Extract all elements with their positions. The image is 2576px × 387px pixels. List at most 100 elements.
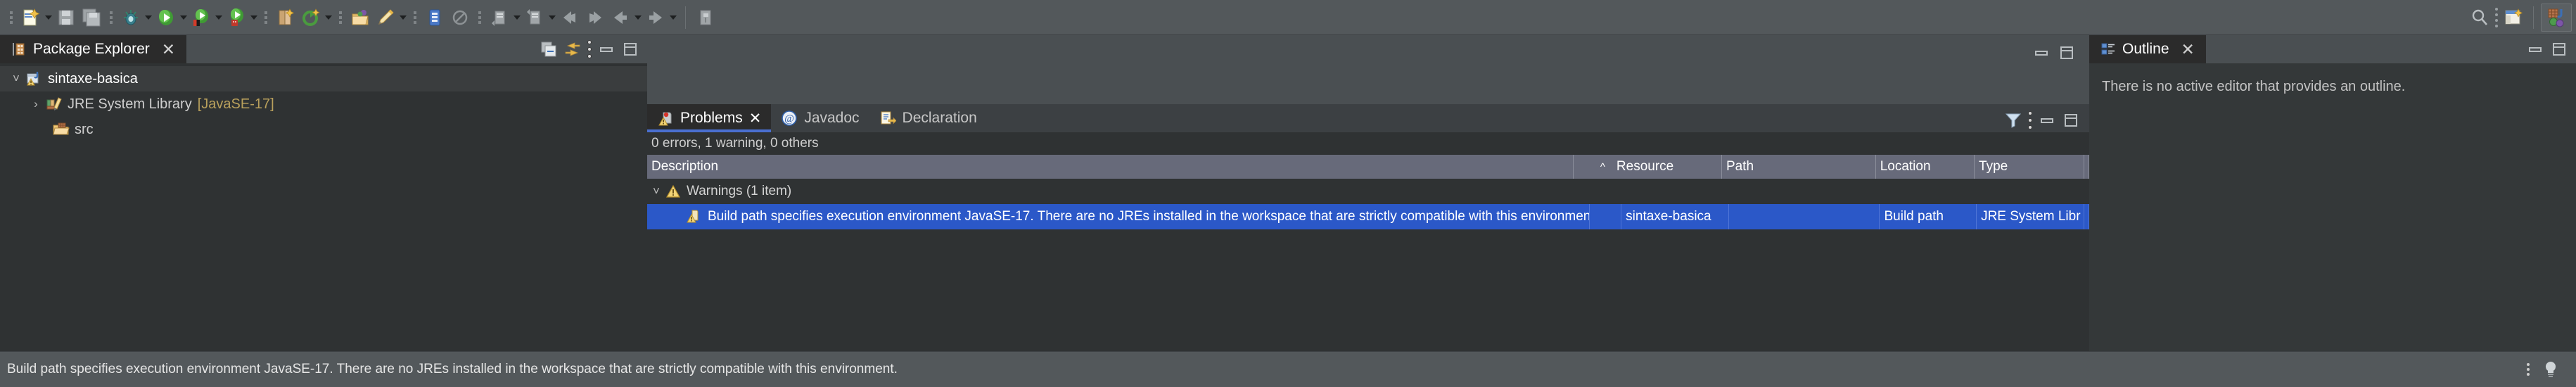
chevron-right-icon[interactable]: › (27, 91, 45, 117)
tab-outline[interactable]: Outline ✕ (2089, 35, 2206, 63)
table-row[interactable]: Build path specifies execution environme… (647, 204, 2089, 229)
back-dropdown-arrow[interactable] (633, 5, 643, 30)
view-menu-icon[interactable] (2026, 110, 2034, 131)
previous-annotation-dropdown-arrow[interactable] (547, 5, 557, 30)
toolbar-grip-6[interactable] (476, 8, 483, 27)
new-wizard-dropdown-arrow[interactable] (44, 5, 53, 30)
next-annotation-button[interactable] (487, 5, 512, 30)
toolbar-grip-4[interactable] (337, 8, 344, 27)
minimize-icon[interactable] (2030, 41, 2053, 65)
problems-group-row[interactable]: ˅ Warnings (1 item) (647, 179, 2089, 204)
toolbar-grip-2[interactable] (108, 8, 115, 27)
external-tools-dropdown-arrow[interactable] (249, 5, 259, 30)
chevron-down-icon[interactable]: ˅ (647, 179, 665, 204)
debug-button[interactable] (118, 5, 144, 30)
editor-area-toolbar (2030, 35, 2089, 65)
forward-dropdown-arrow[interactable] (668, 5, 678, 30)
tab-javadoc[interactable]: @ Javadoc (771, 104, 869, 132)
tab-label: Javadoc (804, 110, 860, 126)
editor-area (647, 35, 2089, 104)
save-button[interactable] (53, 5, 79, 30)
forward-arrow-button[interactable] (643, 5, 668, 30)
new-java-project-button[interactable] (273, 5, 298, 30)
collapse-all-icon[interactable] (537, 37, 560, 61)
quick-access-button[interactable] (373, 5, 398, 30)
status-bar-right (2527, 360, 2569, 379)
close-icon[interactable]: ✕ (162, 41, 175, 58)
eclipse-window: Package Explorer ✕ ˅ sintaxe-basica › JR… (0, 0, 2576, 387)
back-arrow-button[interactable] (608, 5, 633, 30)
main-toolbar (0, 0, 2576, 35)
maximize-icon[interactable] (619, 37, 642, 61)
pin-editor-button[interactable] (693, 5, 718, 30)
outline-empty-message: There is no active editor that provides … (2089, 63, 2576, 351)
column-header-description[interactable]: Description (647, 155, 1574, 179)
open-type-button[interactable] (347, 5, 373, 30)
forward-button[interactable] (582, 5, 608, 30)
status-message: Build path specifies execution environme… (7, 362, 898, 376)
run-dropdown-arrow[interactable] (179, 5, 189, 30)
toolbar-grip-3[interactable] (262, 8, 269, 27)
search-icon[interactable] (2467, 5, 2492, 30)
column-sort-indicator[interactable]: ^ (1574, 155, 1612, 179)
coverage-button[interactable] (189, 5, 214, 30)
save-all-button[interactable] (79, 5, 104, 30)
toolbar-separator-2 (2533, 6, 2534, 29)
project-tree[interactable]: ˅ sintaxe-basica › JRE System Library [J… (0, 63, 647, 351)
toolbar-separator (685, 6, 686, 29)
debug-dropdown-arrow[interactable] (144, 5, 153, 30)
outline-panel: Outline ✕ There is no active editor that… (2089, 35, 2576, 351)
maximize-icon[interactable] (2060, 108, 2082, 132)
coverage-dropdown-arrow[interactable] (214, 5, 224, 30)
close-icon[interactable]: ✕ (2181, 41, 2195, 58)
minimize-icon[interactable] (2524, 37, 2546, 61)
problems-table-body[interactable]: ˅ Warnings (1 item) Build path specifies… (647, 179, 2089, 351)
view-menu-icon[interactable] (585, 39, 594, 60)
previous-annotation-button[interactable] (522, 5, 547, 30)
minimize-icon[interactable] (2036, 108, 2058, 132)
status-menu-icon[interactable] (2527, 363, 2530, 376)
chevron-down-icon[interactable]: ˅ (7, 66, 25, 91)
column-header-type[interactable]: Type (1975, 155, 2085, 179)
quick-access-dropdown-arrow[interactable] (398, 5, 408, 30)
new-java-class-dropdown-arrow[interactable] (324, 5, 333, 30)
column-header-resource[interactable]: Resource (1612, 155, 1722, 179)
status-lightbulb-icon[interactable] (2542, 360, 2559, 379)
run-external-tools-button[interactable] (224, 5, 249, 30)
maximize-icon[interactable] (2055, 41, 2078, 65)
center-column: Problems ✕ @ Javadoc Declaration 0 error… (647, 35, 2090, 351)
back-button[interactable] (557, 5, 582, 30)
toolbar-grip[interactable] (8, 8, 15, 27)
outline-tabrow: Outline ✕ (2089, 35, 2576, 63)
toolbar-grip-5[interactable] (412, 8, 419, 27)
declaration-icon (879, 110, 896, 127)
tree-node-src[interactable]: src (0, 117, 647, 142)
outline-toolbar (2524, 35, 2576, 63)
java-perspective-icon[interactable] (2541, 3, 2572, 32)
close-icon[interactable]: ✕ (749, 110, 762, 127)
next-annotation-dropdown-arrow[interactable] (512, 5, 522, 30)
problems-summary: 0 errors, 1 warning, 0 others (647, 132, 2089, 155)
run-button[interactable] (153, 5, 179, 30)
column-header-path[interactable]: Path (1722, 155, 1876, 179)
workbench-body: Package Explorer ✕ ˅ sintaxe-basica › JR… (0, 35, 2576, 351)
new-wizard-button[interactable] (18, 5, 44, 30)
maximize-icon[interactable] (2548, 37, 2570, 61)
perspective-menu-icon[interactable] (2492, 7, 2501, 28)
filter-funnel-icon[interactable] (2002, 108, 2025, 132)
chevron-up-icon: ^ (1600, 160, 1605, 173)
tree-node-jre-system-library[interactable]: › JRE System Library [JavaSE-17] (0, 91, 647, 117)
new-java-class-button[interactable] (298, 5, 324, 30)
open-perspective-icon[interactable] (2501, 5, 2526, 30)
problem-location: Build path (1880, 204, 1977, 229)
tab-declaration[interactable]: Declaration (869, 104, 987, 132)
minimize-icon[interactable] (595, 37, 618, 61)
tab-label: Package Explorer (33, 41, 150, 57)
column-header-location[interactable]: Location (1876, 155, 1975, 179)
new-task-button[interactable] (422, 5, 447, 30)
link-with-editor-icon[interactable] (561, 37, 584, 61)
tab-package-explorer[interactable]: Package Explorer ✕ (0, 35, 187, 63)
tree-node-sintaxe-basica[interactable]: ˅ sintaxe-basica (0, 66, 647, 91)
block-button[interactable] (447, 5, 473, 30)
tab-problems[interactable]: Problems ✕ (647, 104, 772, 132)
